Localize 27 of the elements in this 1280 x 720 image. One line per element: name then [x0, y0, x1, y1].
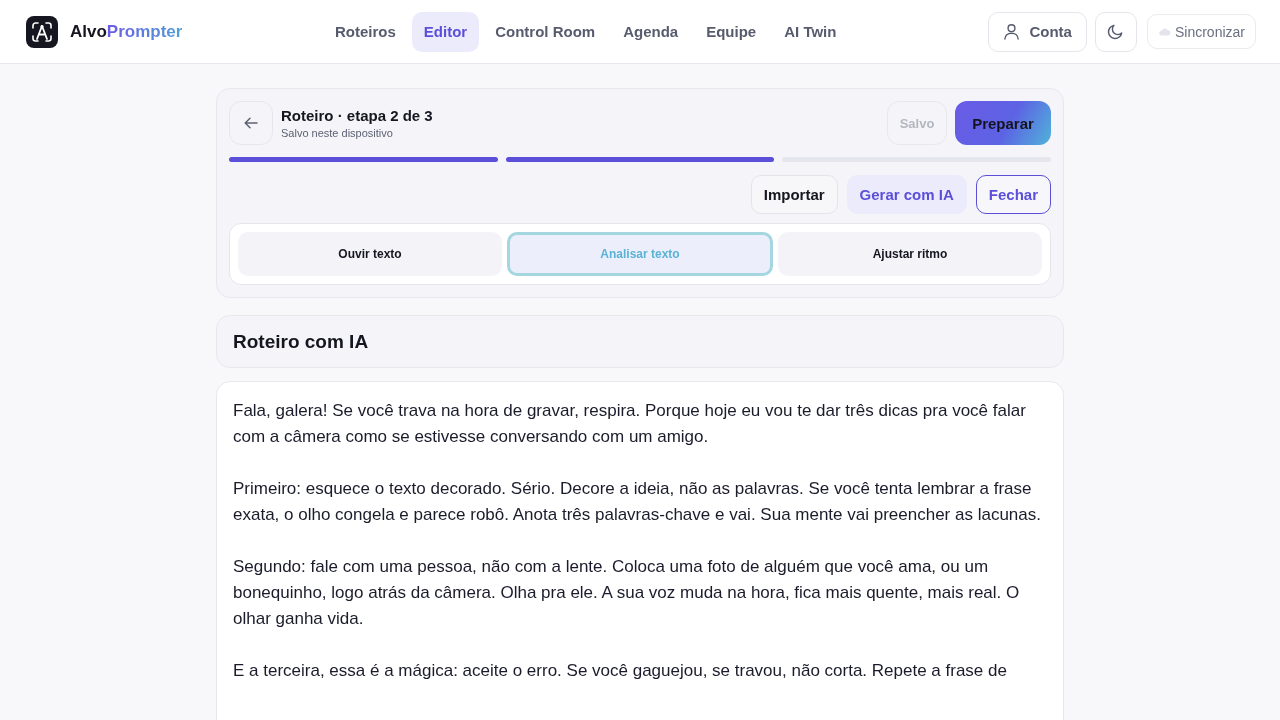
back-arrow-icon [244, 117, 258, 129]
tool-tab[interactable]: Ajustar ritmo [778, 232, 1042, 276]
tool-tab[interactable]: Ouvir texto [238, 232, 502, 276]
action-button[interactable]: Fechar [975, 175, 1051, 214]
nav-tab[interactable]: AI Twin [772, 11, 849, 52]
back-button[interactable] [229, 101, 273, 145]
section-title: Roteiro com IA [233, 330, 369, 353]
action-button[interactable]: Gerar com IA [846, 175, 967, 214]
nav-tab[interactable]: Control Room [483, 11, 608, 52]
nav-tab[interactable]: Equipe [694, 11, 769, 52]
nav-tab[interactable]: Agenda [611, 11, 691, 52]
moon-icon [1107, 23, 1125, 40]
editor-title: Roteiro · etapa 2 de 3 [281, 107, 433, 124]
prepare-button[interactable]: Preparar [955, 101, 1051, 145]
action-button[interactable]: Importar [750, 175, 838, 214]
user-icon [1003, 23, 1021, 40]
script-paragraph: Segundo: fale com uma pessoa, não com a lente. Coloca uma foto de alguém que você ama, ou um bonequinho, logo atrás da câmera. Olha pra ele. A sua voz muda na hora, fica mais quente, mais real. O olhar ganha vida. [233, 556, 1021, 630]
script-paragraph: Primeiro: esquece o texto decorado. Sério. Decore a ideia, não as palavras. Se você tenta lembrar a frase exata, o olho congela e parece robô. Anota três palavras-chave e vai. Sua mente vai preencher as lacunas. [233, 478, 1042, 526]
account-button[interactable]: Conta [988, 11, 1087, 52]
script-paragraph: Fala, galera! Se você trava na hora de gravar, respira. Porque hoje eu vou te dar três dicas pra você falar com a câmera como se estivesse conversando com um amigo. [233, 400, 1027, 448]
cloud-icon [1157, 27, 1171, 36]
nav-tab[interactable]: Roteiros [323, 11, 408, 52]
nav-tab[interactable]: Editor [411, 11, 480, 52]
script-paragraph: E a terceira, essa é a mágica: aceite o erro. Se você gaguejou, se travou, não corta. Repete a frase de [233, 660, 1008, 682]
app-logo-icon [26, 15, 58, 48]
dark-mode-button[interactable] [1094, 11, 1137, 52]
save-status-text: Salvo neste dispositivo [281, 127, 394, 139]
